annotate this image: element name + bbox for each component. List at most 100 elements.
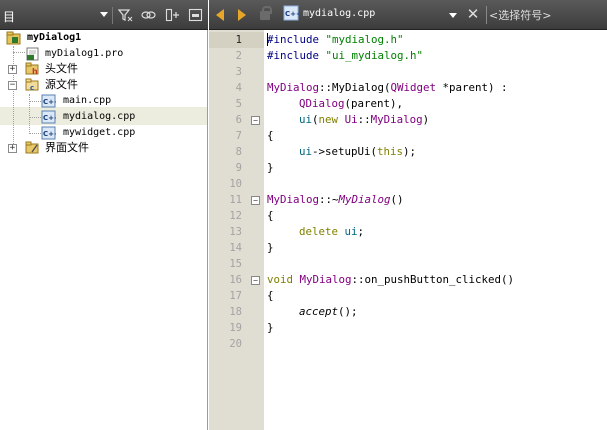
sources-folder-label: 源文件: [45, 78, 78, 91]
headers-folder-label: 头文件: [45, 62, 78, 75]
code-token: Ui: [344, 113, 358, 126]
code-line: }: [267, 321, 274, 334]
code-token: ): [422, 113, 430, 126]
filter-icon[interactable]: [117, 8, 133, 22]
line-number: 20: [229, 338, 242, 350]
chevron-down-icon[interactable]: [449, 13, 457, 18]
view-selector-label[interactable]: 目: [3, 8, 15, 25]
tree-item-forms-folder[interactable]: + 界面文件: [0, 140, 200, 156]
line-number: 8: [235, 146, 242, 158]
tree-item-pro-file[interactable]: myDialog1.pro: [0, 46, 200, 62]
view-selector-dropdown-icon[interactable]: [100, 12, 108, 17]
code-token: ui: [344, 225, 358, 238]
text-caret: [267, 33, 268, 46]
code-token: ui: [299, 145, 313, 158]
code-line: #include "mydialog.h": [267, 32, 404, 48]
code-token: ();: [338, 305, 358, 318]
expand-icon[interactable]: +: [8, 144, 17, 153]
code-line: accept();: [299, 304, 358, 320]
pro-file-label: myDialog1.pro: [45, 48, 124, 59]
split-icon[interactable]: [165, 8, 180, 22]
code-token: ::: [357, 113, 371, 126]
line-number: 7: [235, 130, 242, 142]
header-folder-icon: h: [25, 62, 40, 76]
source-folder-icon: c: [25, 78, 40, 92]
tree-item-source-file[interactable]: C++ mywidget.cpp: [0, 125, 200, 141]
code-token: ::on_pushButton_clicked(): [351, 273, 515, 286]
fold-collapse-icon[interactable]: −: [251, 116, 260, 125]
line-number: 17: [229, 290, 242, 302]
code-line: {: [267, 289, 274, 302]
symbol-selector[interactable]: <选择符号>: [489, 7, 599, 23]
collapse-icon[interactable]: −: [8, 81, 17, 90]
project-icon: [6, 31, 21, 45]
svg-text:c: c: [30, 84, 34, 92]
code-token: ->setupUi(: [312, 145, 378, 158]
svg-text:C++: C++: [285, 10, 299, 18]
code-token: MyDialog: [338, 193, 391, 206]
cpp-file-icon: C++: [283, 5, 302, 24]
code-token: accept: [299, 305, 339, 318]
line-number: 16: [229, 274, 242, 286]
project-root-label: myDialog1: [27, 32, 82, 43]
close-icon[interactable]: ✕: [466, 6, 480, 22]
project-pane: 目 myDialog1 myDialog1.pro + h 头文件 − c 源文…: [0, 0, 208, 430]
code-token: QDialog: [299, 97, 345, 110]
tree-item-headers-folder[interactable]: + h 头文件: [0, 61, 200, 77]
line-number: 12: [229, 210, 242, 222]
code-token: QWidget: [390, 81, 437, 94]
tree-item-source-file[interactable]: C++ main.cpp: [0, 93, 200, 109]
line-number: 2: [235, 50, 242, 62]
cpp-file-icon: C++: [41, 94, 60, 108]
expand-icon[interactable]: +: [8, 65, 17, 74]
svg-text:C++: C++: [43, 98, 56, 106]
pro-file-icon: [25, 47, 40, 61]
tree-item-sources-folder[interactable]: − c 源文件: [0, 77, 200, 93]
line-number: 14: [229, 242, 242, 254]
code-line: ui->setupUi(this);: [299, 144, 416, 160]
code-line: void MyDialog::on_pushButton_clicked(): [267, 272, 514, 288]
editor-pane: C++ mydialog.cpp ✕ <选择符号> 1 2 3 4 5 6 7 …: [209, 0, 607, 430]
code-token: (): [390, 193, 404, 206]
tree-item-source-file-selected[interactable]: C++ mydialog.cpp: [0, 109, 200, 125]
code-token: ::MyDialog(: [319, 81, 391, 94]
code-token: *parent) :: [436, 81, 508, 94]
code-line: delete ui;: [299, 224, 364, 240]
code-line: {: [267, 129, 274, 142]
code-line: QDialog(parent),: [299, 96, 403, 112]
code-token: delete: [299, 225, 339, 238]
open-file-selector[interactable]: C++ mydialog.cpp: [283, 5, 461, 25]
line-number: 1: [235, 34, 242, 46]
project-pane-toolbar: 目: [0, 0, 208, 30]
code-line: MyDialog::MyDialog(QWidget *parent) :: [267, 80, 508, 96]
source-file-label: mywidget.cpp: [63, 127, 136, 138]
svg-text:C++: C++: [43, 130, 56, 138]
line-number: 6: [235, 114, 242, 126]
line-number: 5: [235, 98, 242, 110]
code-token: MyDialog: [267, 81, 320, 94]
fold-collapse-icon[interactable]: −: [251, 196, 260, 205]
back-arrow-icon[interactable]: [216, 9, 224, 21]
line-number-gutter: 1 2 3 4 5 6 7 8 9 10 11 12 13 14 15 16 1…: [209, 30, 264, 430]
code-token: ui: [299, 113, 313, 126]
svg-text:C++: C++: [43, 114, 56, 122]
code-line: }: [267, 161, 274, 174]
code-token: MyDialog: [370, 113, 423, 126]
code-line: MyDialog::~MyDialog(): [267, 192, 404, 208]
source-file-label: mydialog.cpp: [63, 111, 136, 122]
fold-collapse-icon[interactable]: −: [251, 276, 260, 285]
close-pane-icon[interactable]: [188, 8, 203, 22]
code-token: new: [318, 113, 339, 126]
code-token: MyDialog: [299, 273, 352, 286]
forward-arrow-icon[interactable]: [238, 9, 246, 21]
code-token: "mydialog.h": [325, 33, 404, 46]
open-file-name: mydialog.cpp: [303, 8, 376, 19]
code-token: this: [377, 145, 404, 158]
toolbar-separator: [112, 7, 113, 24]
code-editor[interactable]: #include "mydialog.h" #include "ui_mydia…: [267, 30, 607, 430]
code-token: ;: [357, 225, 365, 238]
code-token: MyDialog: [267, 193, 320, 206]
lock-icon[interactable]: [260, 6, 272, 20]
tree-item-project-root[interactable]: myDialog1: [0, 30, 200, 46]
link-icon[interactable]: [141, 8, 156, 22]
